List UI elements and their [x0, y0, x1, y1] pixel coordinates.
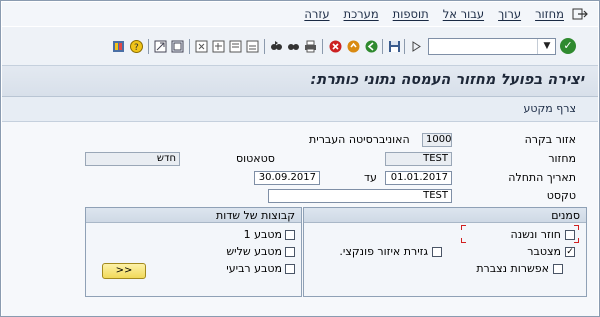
separator [382, 39, 383, 54]
more-fieldgroups-button[interactable]: >> [102, 263, 146, 279]
print-icon[interactable] [304, 40, 317, 53]
flags-group: סמנים חוזר ונשנה ✓ מצטבר גזירת איזור פונ… [303, 207, 587, 297]
save-icon[interactable] [388, 40, 401, 53]
field-groups-title: קבוצות של שדות [86, 208, 301, 223]
status-field: חדש [85, 152, 180, 166]
func-area-label: גזירת איזור פונקצי. [339, 245, 428, 258]
currency4-label: מטבע רביעי [226, 262, 282, 275]
focus-corner [461, 225, 466, 230]
currency4-checkbox[interactable] [285, 264, 295, 274]
exit-icon[interactable] [347, 40, 360, 53]
first-page-icon[interactable] [246, 40, 259, 53]
separator [322, 39, 323, 54]
menu-item-extras[interactable]: תוספות [393, 7, 429, 21]
sap-window: מחזור ערוך עבור אל תוספות מערכת עזרה ✓ ▼ [0, 0, 600, 317]
menu-item-help[interactable]: עזרה [304, 7, 329, 21]
area-field[interactable]: 1000 [422, 133, 452, 147]
cancel-icon[interactable] [329, 40, 342, 53]
green-check-icon[interactable]: ✓ [560, 38, 576, 54]
currency1-label: מטבע 1 [243, 228, 282, 241]
currency1-checkbox[interactable] [285, 230, 295, 240]
form-body: אזור בקרה 1000 האוניברסיטה העברית מחזור … [2, 122, 598, 316]
last-page-icon[interactable] [195, 40, 208, 53]
flags-group-title: סמנים [304, 208, 586, 223]
enter-arrow-icon[interactable] [410, 40, 423, 53]
focus-corner [461, 238, 466, 243]
page-title: יצירה בפועל מחזור העמסה נתוני כותרת: [310, 72, 584, 88]
to-label: עד [364, 171, 377, 184]
func-area-checkbox[interactable] [432, 247, 442, 257]
currency3-label: מטבע שליש [226, 245, 282, 258]
separator [264, 39, 265, 54]
status-label: סטאטוס [236, 152, 275, 165]
create-session-icon[interactable] [171, 40, 184, 53]
repeat-checkbox[interactable] [565, 230, 575, 240]
cumulative-label: מצטבר [527, 245, 561, 258]
accumulate-label: אפשרות נצברת [476, 262, 549, 275]
menu-item-goto[interactable]: עבור אל [443, 7, 484, 21]
start-date-label: תאריך התחלה [508, 171, 576, 184]
next-page-icon[interactable] [212, 40, 225, 53]
end-date-field[interactable]: 30.09.2017 [254, 171, 320, 185]
standard-toolbar: ✓ ▼ ? [2, 27, 598, 66]
cumulative-checkbox[interactable]: ✓ [565, 247, 575, 257]
screen-title-bar: יצירה בפועל מחזור העמסה נתוני כותרת: [2, 66, 598, 97]
area-description: האוניברסיטה העברית [309, 133, 410, 146]
menu-item-edit[interactable]: ערוך [498, 7, 521, 21]
find-icon[interactable] [287, 40, 300, 53]
separator [148, 39, 149, 54]
find-next-icon[interactable] [270, 40, 283, 53]
separator [189, 39, 190, 54]
area-label: אזור בקרה [524, 133, 576, 146]
text-field[interactable]: TEST [268, 189, 452, 203]
prev-page-icon[interactable] [229, 40, 242, 53]
menu-bar: מחזור ערוך עבור אל תוספות מערכת עזרה [2, 2, 598, 26]
chevron-down-icon[interactable]: ▼ [537, 39, 556, 54]
field-groups-group: קבוצות של שדות מטבע 1 מטבע שליש מטבע רבי… [85, 207, 302, 297]
separator [404, 39, 405, 54]
back-icon[interactable] [365, 40, 378, 53]
currency3-checkbox[interactable] [285, 247, 295, 257]
exit-menu-icon[interactable] [572, 7, 588, 21]
repeat-label: חוזר ונשנה [510, 228, 561, 241]
help-icon[interactable]: ? [130, 40, 143, 53]
start-date-field[interactable]: 01.01.2017 [385, 171, 452, 185]
shortcut-icon[interactable] [154, 40, 167, 53]
attach-segment-button[interactable]: צרף מקטע [523, 102, 576, 115]
command-field[interactable]: ▼ [428, 38, 556, 55]
menu-item-system[interactable]: מערכת [344, 7, 379, 21]
layout-icon[interactable] [112, 40, 125, 53]
cycle-field[interactable]: TEST [385, 152, 452, 166]
svg-text:?: ? [134, 43, 139, 53]
text-label: טקסט [546, 189, 576, 202]
application-toolbar: צרף מקטע [2, 97, 598, 122]
cycle-label: מחזור [548, 152, 576, 165]
menu-item-cycle[interactable]: מחזור [535, 7, 564, 21]
accumulate-checkbox[interactable] [553, 264, 563, 274]
